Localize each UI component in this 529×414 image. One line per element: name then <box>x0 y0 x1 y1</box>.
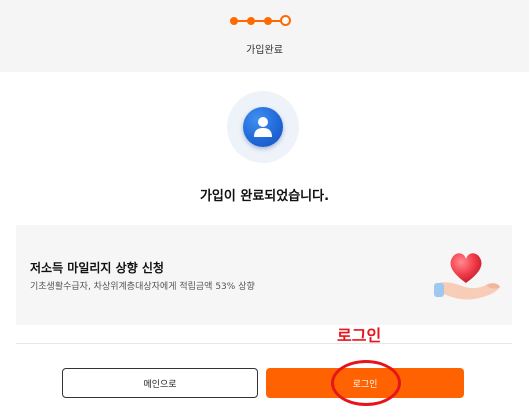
promo-description: 기초생활수급자, 차상위계층대상자에게 적립금액 53% 상향 <box>30 282 255 292</box>
header: 가입완료 <box>0 0 529 72</box>
signup-complete-page: 가입완료 가입이 완료되었습니다. 저소득 마일리지 상향 신청 기초생활수급자… <box>0 0 529 414</box>
progress-steps <box>230 14 291 28</box>
page-title: 가입완료 <box>246 45 283 56</box>
user-icon <box>243 107 283 147</box>
go-main-button[interactable]: 메인으로 <box>62 368 258 398</box>
step-dot-4-current <box>280 15 291 26</box>
mileage-promo-card[interactable]: 저소득 마일리지 상향 신청 기초생활수급자, 차상위계층대상자에게 적립금액 … <box>16 225 512 325</box>
heart-in-hand-icon <box>434 239 506 311</box>
completion-message: 가입이 완료되었습니다. <box>199 189 330 204</box>
step-dot-1 <box>230 17 238 25</box>
progress-line <box>234 20 286 22</box>
step-dot-2 <box>247 17 255 25</box>
divider <box>16 343 512 344</box>
avatar-circle <box>227 91 299 163</box>
annotation-circle <box>331 360 401 406</box>
step-dot-3 <box>264 17 272 25</box>
promo-title: 저소득 마일리지 상향 신청 <box>30 261 164 275</box>
